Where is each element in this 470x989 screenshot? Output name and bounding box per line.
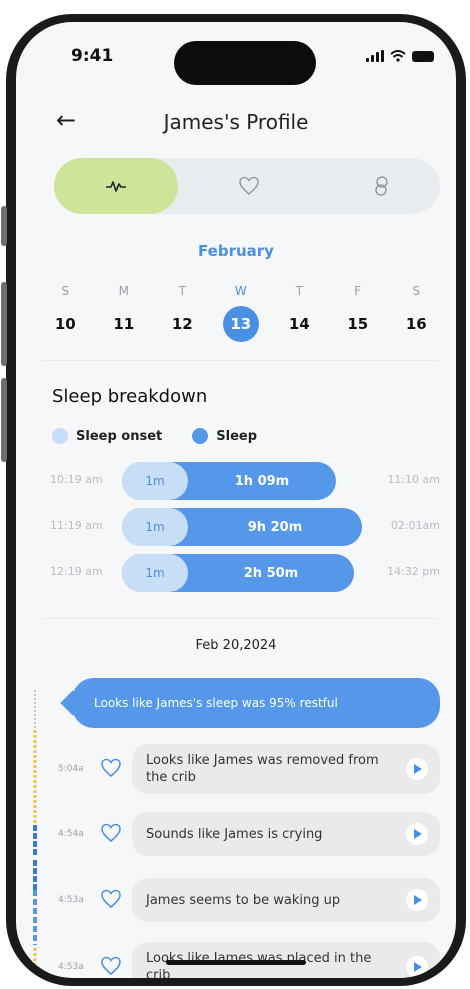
page-title: James's Profile <box>163 110 309 134</box>
signal-icon <box>366 50 384 62</box>
summary-bubble: Looks like James's sleep was 95% restful <box>72 678 440 728</box>
sleep-bar[interactable]: 1m 2h 50m <box>122 554 354 592</box>
day-of-week: S <box>61 284 70 298</box>
phone-side-button <box>1 206 7 246</box>
activity-time: 5:04a <box>58 764 84 774</box>
activity-item: 5:04a Looks like James was removed from … <box>16 744 456 794</box>
heart-icon <box>239 176 259 195</box>
tab-heart[interactable] <box>194 158 304 214</box>
day-number: 14 <box>288 315 310 333</box>
day-of-week: S <box>412 284 421 298</box>
legend-onset-label: Sleep onset <box>76 428 163 444</box>
day-number: 15 <box>347 315 369 333</box>
activity-item: 4:53a James seems to be waking up <box>16 878 456 922</box>
battery-icon <box>412 50 434 62</box>
day-number: 16 <box>405 315 427 333</box>
sleep-start-time: 11:19 am <box>50 519 103 532</box>
day-item[interactable]: S 16 <box>387 284 446 342</box>
day-number-selected: 13 <box>222 306 259 342</box>
day-of-week: W <box>234 284 247 298</box>
activity-time: 4:53a <box>58 895 84 905</box>
sleep-duration: 9h 20m <box>247 519 303 535</box>
sleep-legend: Sleep onset Sleep <box>52 428 257 444</box>
day-of-week: F <box>354 284 362 298</box>
sleep-duration: 2h 50m <box>243 565 299 581</box>
tab-pair[interactable] <box>324 158 440 214</box>
sleep-onset-segment: 1m <box>122 508 188 546</box>
sleep-bar[interactable]: 1m 9h 20m <box>122 508 362 546</box>
day-item[interactable]: F 15 <box>329 284 388 342</box>
play-icon[interactable] <box>406 823 428 845</box>
day-number: 10 <box>54 315 76 333</box>
sleep-end-time: 14:32 pm <box>387 565 440 578</box>
heart-icon[interactable] <box>100 823 122 843</box>
day-item[interactable]: M 11 <box>95 284 154 342</box>
sleep-breakdown-title: Sleep breakdown <box>52 386 208 407</box>
play-icon[interactable] <box>406 956 428 978</box>
day-number: 12 <box>171 315 193 333</box>
sleep-bar[interactable]: 1m 1h 09m <box>122 462 336 500</box>
activity-card[interactable]: Looks like James was removed from the cr… <box>132 744 440 794</box>
sleep-end-time: 02:01am <box>390 519 440 532</box>
sleep-onset-segment: 1m <box>122 554 188 592</box>
activity-card[interactable]: James seems to be waking up <box>132 878 440 922</box>
day-of-week: M <box>118 284 129 298</box>
activity-card[interactable]: Sounds like James is crying <box>132 812 440 856</box>
sleep-end-time: 11:10 am <box>387 473 440 486</box>
sleep-row: 12:19 am 1m 2h 50m 14:32 pm <box>16 554 456 592</box>
divider <box>42 360 438 361</box>
activity-text: Looks like James was removed from the cr… <box>146 753 379 785</box>
header: ← James's Profile <box>16 102 456 142</box>
wifi-icon <box>390 50 406 62</box>
screen: 9:41 ← James's Profile February S 10 M 1… <box>16 22 456 978</box>
dynamic-island <box>174 41 316 85</box>
activity-item: 4:54a Sounds like James is crying <box>16 812 456 856</box>
week-strip: S 10 M 11 T 12 W 13 T 14 F 15 S 16 <box>36 284 446 342</box>
legend-sleep-label: Sleep <box>216 428 258 444</box>
sleep-start-time: 12:19 am <box>50 565 103 578</box>
day-of-week: T <box>295 284 303 298</box>
play-icon[interactable] <box>406 889 428 911</box>
sleep-onset-swatch <box>52 428 68 444</box>
play-icon[interactable] <box>406 758 428 780</box>
sleep-row: 11:19 am 1m 9h 20m 02:01am <box>16 508 456 546</box>
sleep-row: 10:19 am 1m 1h 09m 11:10 am <box>16 462 456 500</box>
heart-icon[interactable] <box>100 758 122 778</box>
activity-icon <box>106 181 126 192</box>
linked-rings-icon <box>375 176 388 196</box>
sleep-swatch <box>192 428 209 444</box>
sleep-onset-segment: 1m <box>122 462 188 500</box>
day-of-week: T <box>178 284 186 298</box>
activity-text: James seems to be waking up <box>146 892 341 908</box>
heart-icon[interactable] <box>100 889 122 909</box>
status-icons <box>366 50 434 62</box>
feed-date: Feb 20,2024 <box>195 638 277 653</box>
phone-side-button <box>1 282 7 366</box>
tab-bar <box>54 158 440 214</box>
phone-side-button <box>1 378 7 462</box>
divider <box>42 618 438 619</box>
day-item[interactable]: T 14 <box>270 284 329 342</box>
day-item[interactable]: T 12 <box>153 284 212 342</box>
tab-activity[interactable] <box>54 158 178 214</box>
activity-time: 4:53a <box>58 962 84 972</box>
sleep-start-time: 10:19 am <box>50 473 103 486</box>
day-item-selected[interactable]: W 13 <box>212 284 271 342</box>
day-number: 11 <box>113 315 135 333</box>
calendar-month: February <box>198 242 274 260</box>
sleep-duration: 1h 09m <box>234 473 290 489</box>
activity-time: 4:54a <box>58 829 84 839</box>
heart-icon[interactable] <box>100 956 122 976</box>
status-time: 9:41 <box>71 46 114 66</box>
activity-text: Sounds like James is crying <box>146 826 323 842</box>
day-item[interactable]: S 10 <box>36 284 95 342</box>
home-indicator[interactable] <box>166 960 306 965</box>
